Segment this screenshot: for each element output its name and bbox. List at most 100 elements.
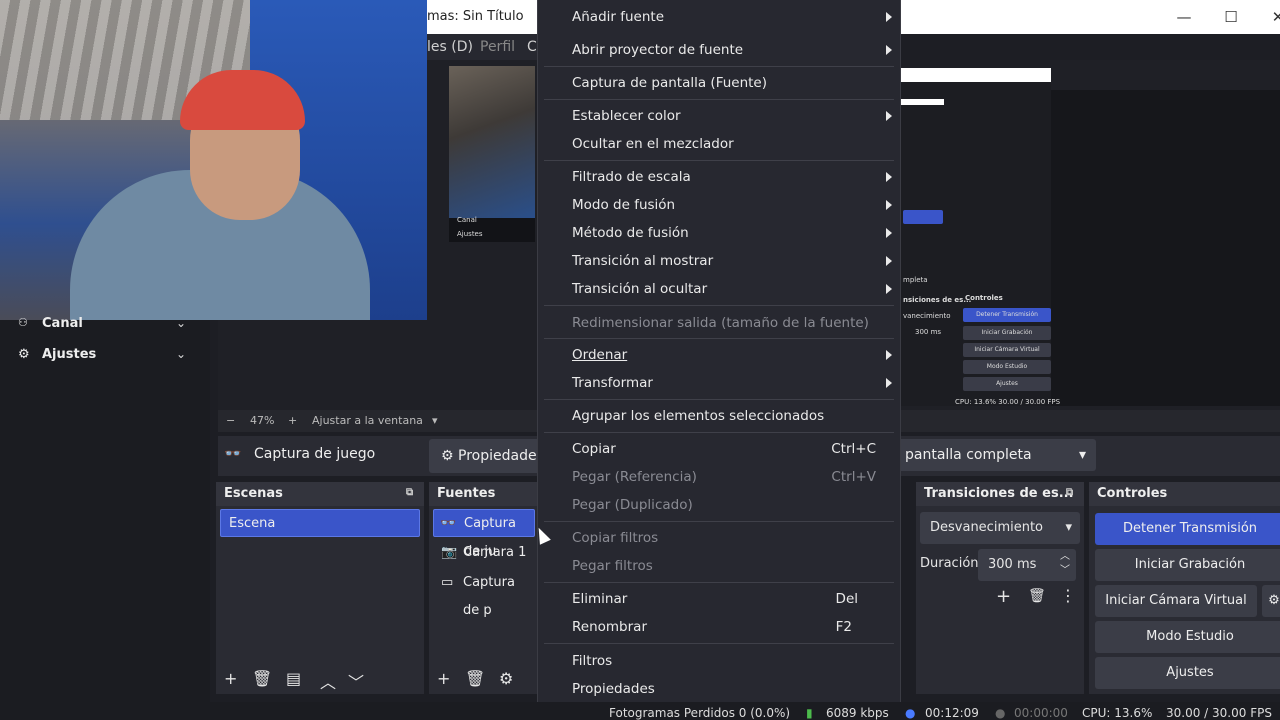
- menu-item-transform[interactable]: Transformar: [572, 370, 900, 396]
- transition-type-select[interactable]: Desvanecimiento ▾: [920, 512, 1080, 544]
- scenes-title-text: Escenas: [224, 486, 283, 501]
- menu-item-screenshot-source[interactable]: Captura de pantalla (Fuente): [572, 70, 900, 96]
- menu-item-group-selected[interactable]: Agrupar los elementos seleccionados: [572, 403, 900, 429]
- capture-mode-select[interactable]: pantalla completa ▾: [895, 439, 1096, 471]
- zoom-dropdown-caret[interactable]: ▾: [432, 414, 438, 427]
- nested-mini-item: [903, 210, 943, 224]
- menu-item-delete[interactable]: Eliminar Del: [572, 586, 900, 612]
- menu-item-order[interactable]: Ordenar: [572, 342, 900, 368]
- menu-item-blend-method[interactable]: Método de fusión: [572, 220, 900, 246]
- chevron-down-icon[interactable]: ⌄: [176, 316, 186, 330]
- zoom-in-button[interactable]: +: [288, 414, 297, 427]
- nested-canal-label: Canal: [457, 216, 477, 224]
- menu-item-properties[interactable]: Propiedades: [572, 676, 900, 702]
- monitor-icon: ▭: [441, 575, 454, 590]
- trash-icon[interactable]: 🗑: [465, 669, 485, 688]
- add-icon[interactable]: +: [224, 669, 237, 688]
- menu-item-hide-transition[interactable]: Transición al ocultar: [572, 276, 900, 302]
- minimize-icon[interactable]: —: [1169, 6, 1199, 28]
- list-item[interactable]: 📷 Camara 1: [433, 539, 535, 567]
- menu-item-resize-output: Redimensionar salida (tamaño de la fuent…: [572, 310, 900, 336]
- menu-item-show-transition[interactable]: Transición al mostrar: [572, 248, 900, 274]
- menu-item-shortcut: Ctrl+V: [831, 469, 876, 485]
- more-options-icon[interactable]: ⋮: [1060, 586, 1076, 605]
- studio-mode-button[interactable]: Modo Estudio: [1095, 621, 1280, 653]
- duration-value: 300 ms: [988, 557, 1037, 572]
- menu-herramientas[interactable]: les (D): [427, 39, 473, 55]
- undock-icon[interactable]: ⧉: [406, 487, 418, 499]
- scenes-dock-title: Escenas ⧉: [216, 482, 424, 506]
- menu-item-paste-filters: Pegar filtros: [572, 553, 900, 579]
- menu-item-label: Captura de pantalla (Fuente): [572, 75, 768, 91]
- menu-item-open-source-projector[interactable]: Abrir proyector de fuente: [572, 37, 900, 63]
- menu-colecciones[interactable]: C: [527, 39, 537, 55]
- nested-ajustes-label: Ajustes: [457, 230, 483, 238]
- nested-desvanecimiento: vanecimiento: [903, 312, 951, 320]
- menu-separator: [544, 66, 894, 67]
- stop-streaming-button[interactable]: Detener Transmisión: [1095, 513, 1280, 545]
- menu-item-copy[interactable]: Copiar Ctrl+C: [572, 436, 900, 462]
- list-item[interactable]: ▭ Captura de p: [433, 569, 535, 618]
- submenu-arrow-icon: [886, 378, 892, 388]
- menu-separator: [544, 432, 894, 433]
- move-down-icon[interactable]: ﹀: [348, 669, 364, 693]
- menu-item-blend-mode[interactable]: Modo de fusión: [572, 192, 900, 218]
- menu-item-label: Copiar filtros: [572, 530, 659, 546]
- menu-item-label: Redimensionar salida (tamaño de la fuent…: [572, 315, 869, 331]
- zoom-out-button[interactable]: −: [226, 414, 235, 427]
- properties-button[interactable]: ⚙ Propiedades: [429, 439, 549, 473]
- menu-item-filters[interactable]: Filtros: [572, 648, 900, 674]
- nested-estudio-button: Modo Estudio: [963, 360, 1051, 374]
- virtual-camera-settings-button[interactable]: ⚙: [1262, 585, 1280, 617]
- gear-icon[interactable]: ⚙: [499, 669, 513, 688]
- start-recording-button[interactable]: Iniciar Grabación: [1095, 549, 1280, 581]
- transitions-dock-title: Transiciones de es... ⧉: [916, 482, 1084, 506]
- add-icon[interactable]: +: [437, 669, 450, 688]
- submenu-arrow-icon: [886, 284, 892, 294]
- spin-down-icon[interactable]: ﹀: [1060, 555, 1070, 587]
- nested-duracion: 300 ms: [915, 328, 942, 336]
- gear-icon: ⚙: [441, 448, 454, 464]
- webcam-overlay: [0, 0, 427, 320]
- chevron-down-icon[interactable]: ⌄: [176, 347, 186, 361]
- menu-item-label: Transición al mostrar: [572, 253, 714, 269]
- undock-icon[interactable]: ⧉: [1066, 487, 1078, 499]
- submenu-arrow-icon: [886, 172, 892, 182]
- menu-item-rename[interactable]: Renombrar F2: [572, 614, 900, 640]
- menu-separator: [544, 160, 894, 161]
- menu-item-hide-mixer[interactable]: Ocultar en el mezclador: [572, 131, 900, 157]
- list-item[interactable]: 👓 Captura de ju: [433, 509, 535, 559]
- capture-mode-value: pantalla completa: [905, 447, 1032, 463]
- people-icon: ⚇: [18, 316, 28, 329]
- menu-item-set-color[interactable]: Establecer color: [572, 103, 900, 129]
- menu-perfil[interactable]: Perfil: [480, 39, 515, 55]
- stream-time: 00:12:09: [925, 706, 979, 720]
- transition-type-value: Desvanecimiento: [930, 520, 1044, 535]
- filter-icon[interactable]: ▤: [286, 669, 301, 688]
- menu-separator: [544, 643, 894, 644]
- duration-spinbox[interactable]: 300 ms ︿ ﹀: [978, 549, 1076, 581]
- scenes-dock: Escenas ⧉ Escena + 🗑 ▤ ︿ ﹀: [216, 482, 424, 694]
- fit-window-label[interactable]: Ajustar a la ventana: [312, 414, 423, 427]
- add-icon[interactable]: +: [996, 586, 1011, 607]
- trash-icon[interactable]: 🗑: [1028, 588, 1046, 604]
- fps-readout: 30.00 / 30.00 FPS: [1166, 706, 1272, 720]
- menu-item-label: Abrir proyector de fuente: [572, 42, 744, 58]
- close-icon[interactable]: ✕: [1263, 6, 1280, 28]
- zoom-toolbar-right: [901, 410, 1280, 432]
- start-virtual-camera-button[interactable]: Iniciar Cámara Virtual: [1095, 585, 1257, 617]
- maximize-icon[interactable]: ☐: [1216, 6, 1246, 28]
- move-up-icon[interactable]: ︿: [320, 669, 336, 693]
- preview-nested-sidebar: Canal Ajustes: [449, 216, 535, 242]
- settings-button[interactable]: Ajustes: [1095, 657, 1280, 689]
- submenu-arrow-icon: [886, 111, 892, 121]
- gear-icon: ⚙: [18, 347, 30, 362]
- menu-separator: [544, 305, 894, 306]
- menu-item-label: Pegar (Duplicado): [572, 497, 693, 513]
- menu-item-scale-filter[interactable]: Filtrado de escala: [572, 164, 900, 190]
- nested-transiciones-title: nsiciones de es...: [903, 296, 972, 304]
- trash-icon[interactable]: 🗑: [252, 669, 272, 688]
- window-title: mas: Sin Título: [427, 9, 524, 24]
- list-item[interactable]: Escena: [220, 509, 420, 537]
- menu-item-add-source[interactable]: Añadir fuente: [572, 4, 900, 30]
